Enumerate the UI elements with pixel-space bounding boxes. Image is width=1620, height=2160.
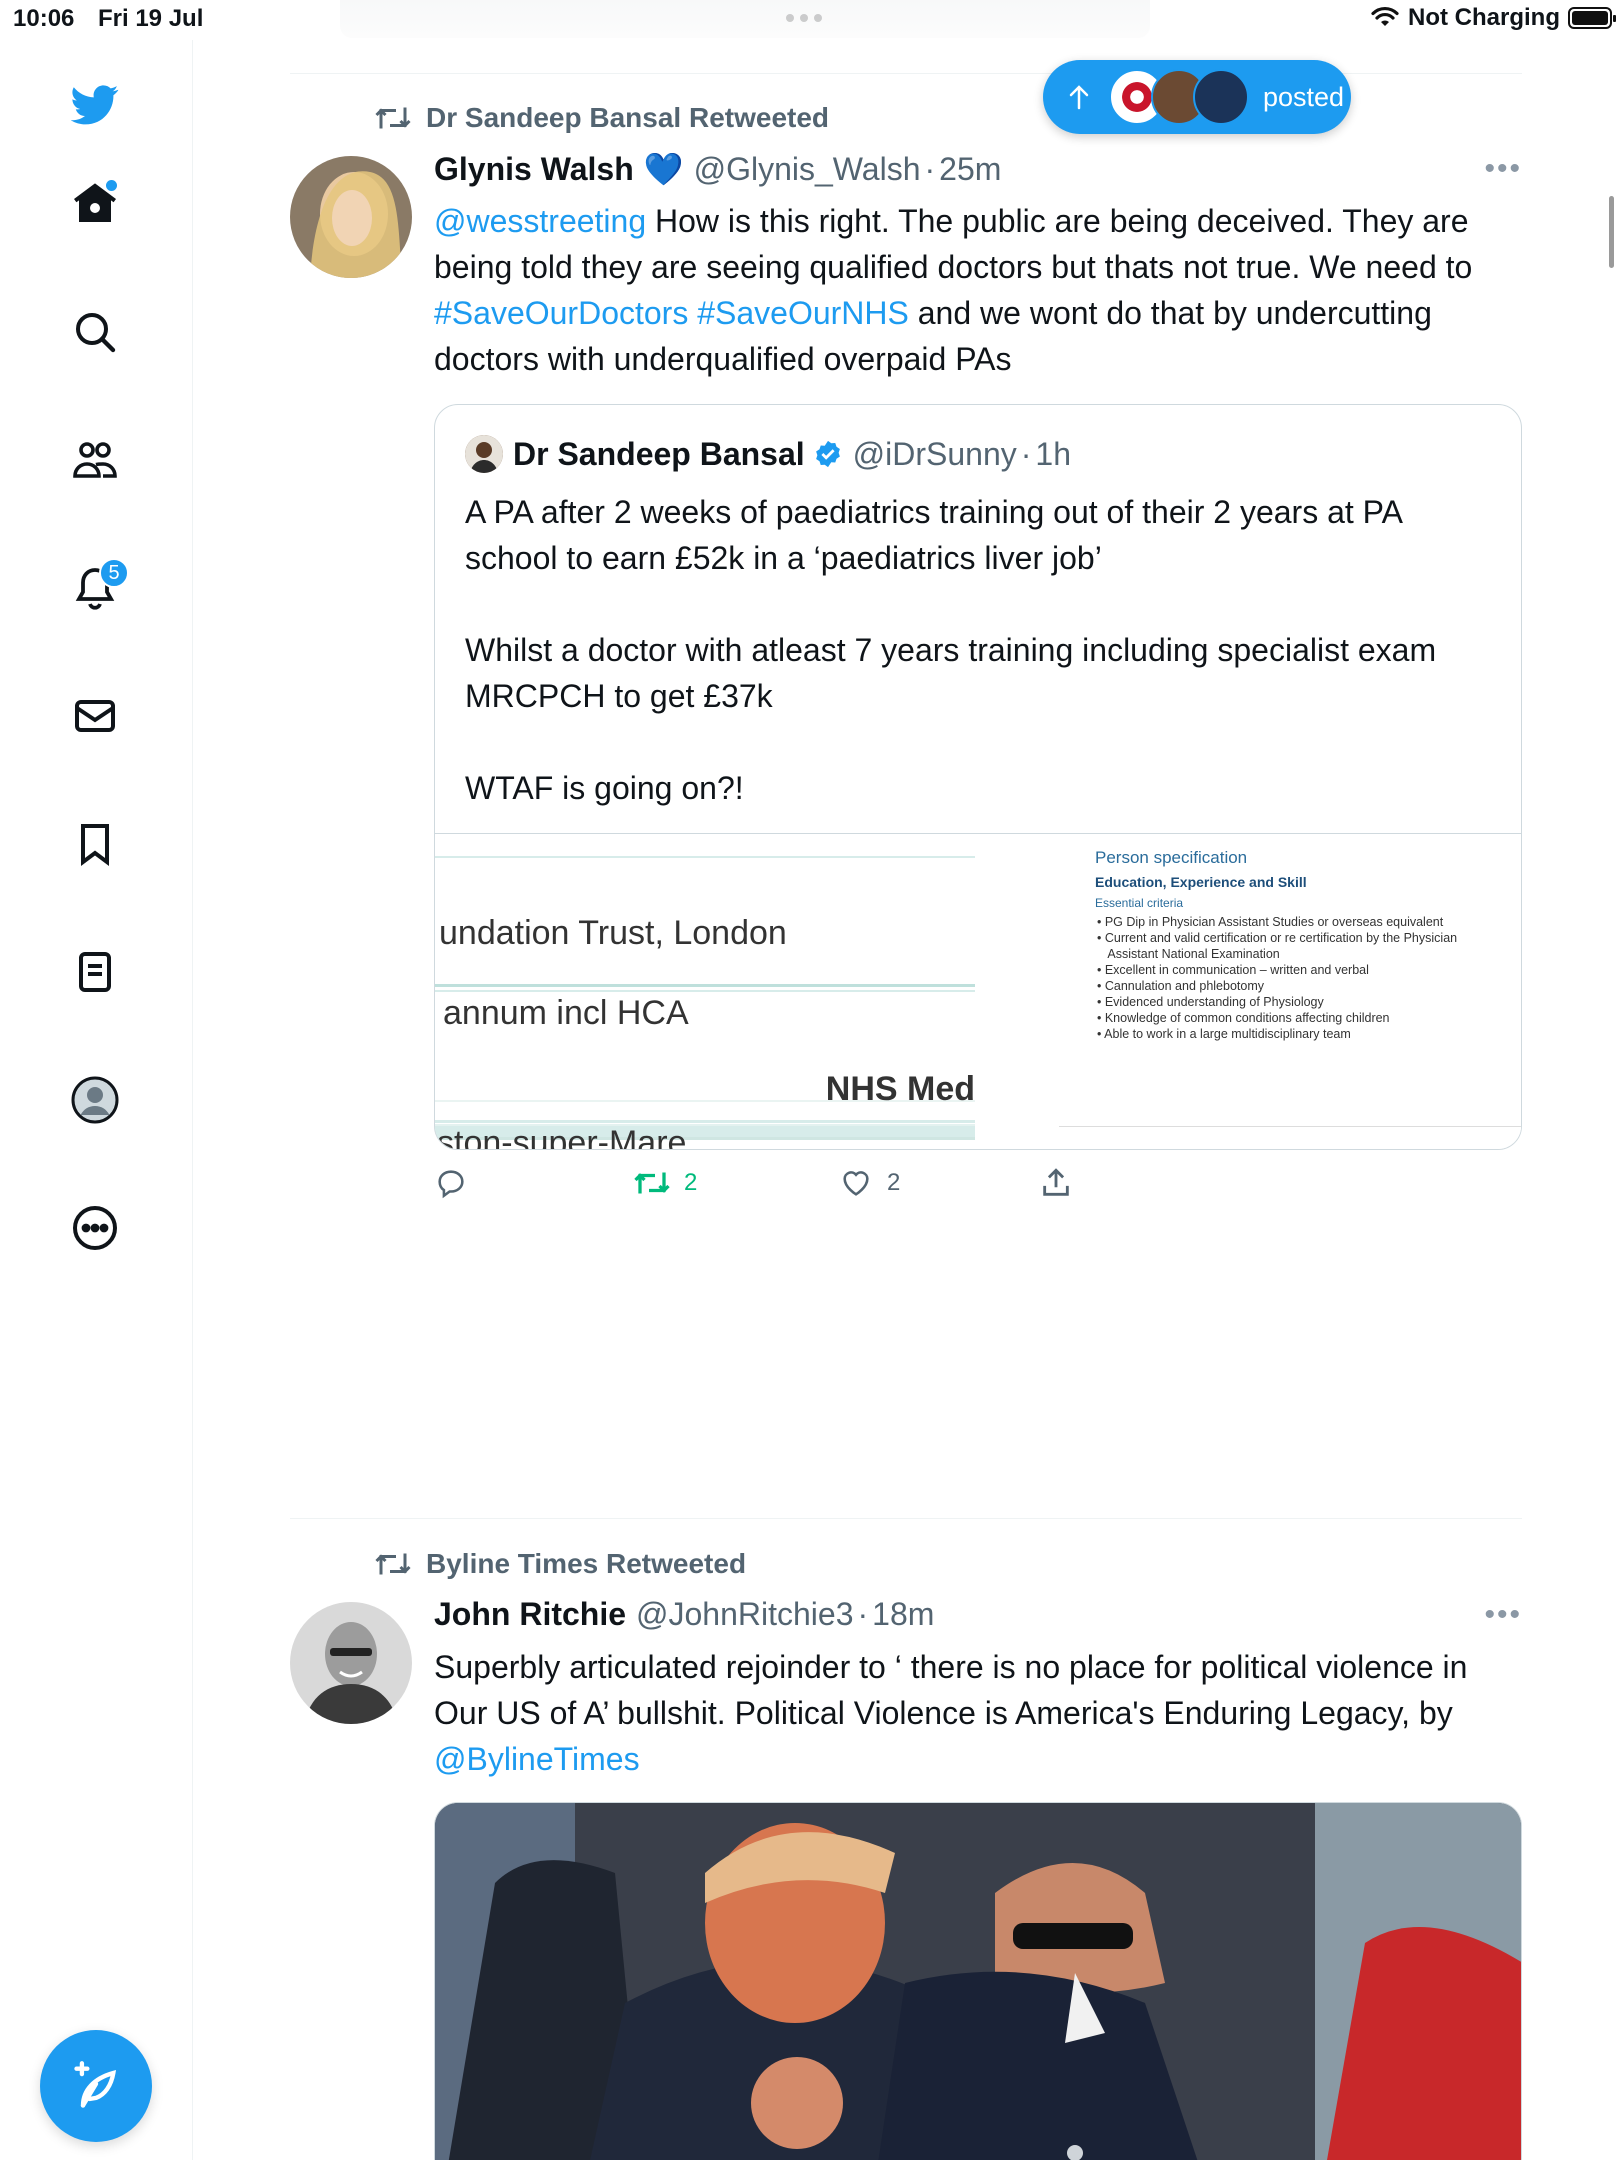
tweet-actions: 2 2 xyxy=(434,1160,1094,1206)
status-date: Fri 19 Jul xyxy=(98,5,204,32)
spec-item: Assistant National Examination xyxy=(1097,947,1280,961)
like-button[interactable]: 2 xyxy=(839,1166,1039,1200)
quoted-author-name: Dr Sandeep Bansal xyxy=(513,435,805,472)
retweeted-by-text[interactable]: Dr Sandeep Bansal Retweeted xyxy=(426,102,829,134)
more-options-icon[interactable]: ••• xyxy=(1484,152,1522,186)
battery-icon xyxy=(1568,7,1616,29)
mention-link[interactable]: @BylineTimes xyxy=(434,1741,640,1777)
lists-icon[interactable] xyxy=(59,936,131,1008)
pill-avatars xyxy=(1109,69,1249,125)
more-icon[interactable] xyxy=(59,1192,131,1264)
tweet-text: Superbly articulated rejoinder to ‘ ther… xyxy=(434,1649,1468,1777)
person-specification-screenshot: Person specification Education, Experien… xyxy=(1027,834,1521,1149)
author-handle[interactable]: @JohnRitchie3 xyxy=(636,1596,853,1633)
share-button[interactable] xyxy=(1039,1166,1073,1200)
sidebar: 5 xyxy=(0,40,193,2160)
share-icon xyxy=(1043,1168,1069,1196)
divider xyxy=(290,1518,1522,1519)
new-posts-pill[interactable]: posted xyxy=(1043,60,1351,134)
compose-icon xyxy=(74,2061,117,2108)
compose-button[interactable] xyxy=(40,2030,152,2142)
tweet-time[interactable]: 25m xyxy=(939,151,1001,188)
spec-item: • Knowledge of common conditions affecti… xyxy=(1097,1011,1390,1025)
messages-icon[interactable] xyxy=(59,680,131,752)
timeline: Dr Sandeep Bansal Retweeted Glynis Walsh… xyxy=(290,0,1522,2160)
quoted-tweet-text: A PA after 2 weeks of paediatrics traini… xyxy=(465,494,1437,806)
spec-item: • Evidenced understanding of Physiology xyxy=(1097,995,1324,1009)
spec-item: • Able to work in a large multidisciplin… xyxy=(1097,1027,1351,1041)
author-handle[interactable]: @Glynis_Walsh xyxy=(694,151,921,188)
spec-item: • PG Dip in Physician Assistant Studies … xyxy=(1097,915,1444,929)
spec-item: • Current and valid certification or re … xyxy=(1097,931,1458,945)
author-name[interactable]: Glynis Walsh xyxy=(434,151,634,188)
hashtag-link[interactable]: #SaveOurDoctors xyxy=(434,295,688,331)
retweet-button[interactable]: 2 xyxy=(634,1168,839,1198)
quoted-author-handle: @iDrSunny xyxy=(852,435,1017,472)
reply-button[interactable] xyxy=(434,1166,634,1200)
quoted-avatar xyxy=(465,435,503,473)
retweet-icon xyxy=(634,1172,670,1194)
reply-icon xyxy=(438,1170,464,1199)
home-unread-dot xyxy=(106,180,117,191)
tweet-time[interactable]: 18m xyxy=(872,1596,934,1633)
mention-link[interactable]: @wesstreeting xyxy=(434,203,646,239)
arrow-up-icon xyxy=(1069,85,1089,110)
quoted-tweet-header: Dr Sandeep Bansal @iDrSunny · 1h xyxy=(465,435,1071,473)
avatar[interactable] xyxy=(290,1602,412,1724)
blue-heart-emoji: 💙 xyxy=(643,151,684,187)
retweeted-by-line: Byline Times Retweeted xyxy=(374,1548,746,1580)
tweet-text: @wesstreeting How is this right. The pub… xyxy=(434,203,1473,377)
spec-items: • PG Dip in Physician Assistant Studies … xyxy=(1097,914,1457,1042)
scrollbar[interactable] xyxy=(1609,196,1614,268)
quoted-tweet-image[interactable]: undation Trust, London annum incl HCA NH… xyxy=(435,833,1521,1150)
hashtag-link[interactable]: #SaveOurNHS xyxy=(697,295,909,331)
more-options-icon[interactable]: ••• xyxy=(1484,1598,1522,1632)
like-count: 2 xyxy=(887,1169,901,1196)
retweet-icon xyxy=(375,107,411,129)
retweeted-by-text[interactable]: Byline Times Retweeted xyxy=(426,1548,746,1580)
job-advert-screenshot: undation Trust, London annum incl HCA NH… xyxy=(435,834,975,1150)
retweet-count: 2 xyxy=(684,1169,698,1196)
tweet-header: Glynis Walsh 💙 @Glynis_Walsh · 25m ••• xyxy=(434,150,1522,188)
retweeted-by-line: Dr Sandeep Bansal Retweeted xyxy=(374,102,829,134)
tweet-card[interactable]: Dr Sandeep Bansal Retweeted Glynis Walsh… xyxy=(290,90,1522,1518)
spec-item: • Excellent in communication – written a… xyxy=(1097,963,1369,977)
avatar[interactable] xyxy=(290,156,412,278)
posted-label: posted xyxy=(1263,81,1345,112)
author-name[interactable]: John Ritchie xyxy=(434,1596,626,1633)
status-time: 10:06 xyxy=(13,5,75,32)
advert-line: NHS Med xyxy=(825,1070,975,1108)
bookmarks-icon[interactable] xyxy=(59,808,131,880)
tweet-card[interactable]: Byline Times Retweeted John Ritchie @Joh… xyxy=(290,1536,1522,2160)
communities-icon[interactable] xyxy=(59,424,131,496)
retweet-icon xyxy=(375,1553,411,1575)
home-icon[interactable] xyxy=(59,168,131,240)
advert-line: undation Trust, London xyxy=(439,914,787,952)
spec-item: • Cannulation and phlebotomy xyxy=(1097,979,1264,993)
tweet-media-image[interactable] xyxy=(434,1802,1522,2160)
tweet-header: John Ritchie @JohnRitchie3 · 18m ••• xyxy=(434,1596,1522,1633)
notifications-icon[interactable]: 5 xyxy=(59,552,131,624)
quoted-tweet[interactable]: Dr Sandeep Bansal @iDrSunny · 1h A PA af… xyxy=(434,404,1522,1150)
quoted-time: 1h xyxy=(1035,435,1071,472)
search-icon[interactable] xyxy=(59,296,131,368)
heart-icon xyxy=(843,1171,869,1196)
profile-icon[interactable] xyxy=(59,1064,131,1136)
twitter-logo-icon[interactable] xyxy=(59,68,131,140)
notification-badge: 5 xyxy=(99,558,129,588)
advert-line: annum incl HCA xyxy=(443,994,689,1032)
avatar xyxy=(1193,69,1249,125)
verified-badge-icon xyxy=(815,440,840,468)
advert-line: ston-super-Mare xyxy=(437,1124,687,1150)
